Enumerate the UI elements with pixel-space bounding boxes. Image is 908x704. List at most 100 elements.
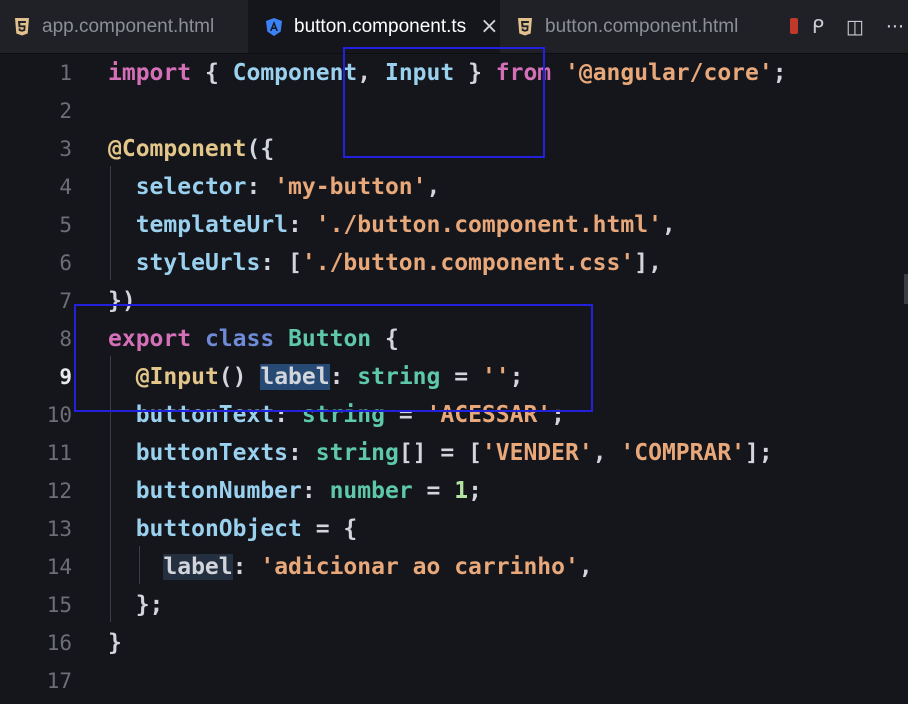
- code-token: :: [288, 440, 316, 466]
- code-token: }: [108, 630, 122, 656]
- code-token: number: [329, 478, 413, 504]
- code-token: label: [163, 554, 233, 580]
- highlight-box: [74, 304, 593, 412]
- line-number: 3: [59, 137, 72, 161]
- code-token: :: [232, 554, 261, 580]
- code-token: buttonNumber: [135, 478, 302, 504]
- code-token: Component: [232, 60, 358, 86]
- code-token: :: [246, 174, 275, 200]
- line-number: 12: [46, 479, 72, 503]
- line-number: 17: [46, 669, 72, 693]
- line-number: 5: [59, 213, 72, 237]
- code-text: buttonNumber: number = 1;: [108, 472, 482, 510]
- code-token: 'VENDER': [481, 440, 593, 466]
- code-token: buttonObject: [135, 516, 302, 542]
- code-token: =: [412, 478, 455, 504]
- tab-app-component-html[interactable]: app.component.html: [0, 0, 247, 53]
- code-token: ];: [745, 440, 773, 466]
- close-icon[interactable]: ×: [480, 14, 498, 39]
- code-token: ({: [246, 136, 275, 162]
- code-line[interactable]: 15 };: [0, 586, 908, 624]
- more-actions-icon[interactable]: ···: [886, 16, 904, 38]
- code-token: : [: [260, 250, 302, 276]
- split-editor-icon[interactable]: ◫: [846, 16, 864, 38]
- code-token: 'adicionar ao carrinho': [260, 554, 579, 580]
- code-token: 'COMPRAR': [620, 440, 746, 466]
- line-number: 6: [59, 251, 72, 275]
- code-token: :: [288, 212, 316, 238]
- code-line[interactable]: 17: [0, 662, 908, 700]
- line-number: 8: [59, 327, 72, 351]
- code-token: 1: [454, 478, 469, 504]
- angular-icon: [266, 17, 282, 36]
- line-number: 13: [46, 517, 72, 541]
- line-number: 9: [59, 365, 72, 389]
- tab-label: button.component.ts: [294, 15, 467, 37]
- run-icon[interactable]: ᑭ: [812, 16, 824, 38]
- code-token: ;: [772, 60, 787, 86]
- code-text: styleUrls: ['./button.component.css'],: [108, 244, 662, 282]
- line-number: 2: [59, 99, 72, 123]
- code-text: label: 'adicionar ao carrinho',: [108, 548, 593, 586]
- highlight-box: [343, 47, 545, 158]
- line-number: 7: [59, 289, 72, 313]
- line-number: 16: [46, 631, 72, 655]
- tab-button-component-html[interactable]: button.component.html: [501, 0, 787, 53]
- code-token: ],: [634, 250, 662, 276]
- code-token: ;: [468, 478, 482, 504]
- code-token: templateUrl: [135, 212, 289, 238]
- code-line[interactable]: 6 styleUrls: ['./button.component.css'],: [0, 244, 908, 282]
- line-number: 15: [46, 593, 72, 617]
- code-line[interactable]: 16}: [0, 624, 908, 662]
- code-text: templateUrl: './button.component.html',: [108, 206, 676, 244]
- code-text: buttonObject = {: [108, 510, 358, 548]
- line-number: 11: [46, 441, 72, 465]
- html5-icon: [15, 17, 29, 35]
- code-token: 'my-button': [274, 174, 427, 200]
- code-token: selector: [135, 174, 247, 200]
- code-text: buttonTexts: string[] = ['VENDER', 'COMP…: [108, 434, 773, 472]
- code-token: };: [108, 592, 164, 618]
- code-text: }: [108, 624, 122, 662]
- code-token: './button.component.css': [301, 250, 635, 276]
- code-text: selector: 'my-button',: [108, 168, 441, 206]
- code-token: '@angular/core': [565, 60, 773, 86]
- line-number: 10: [46, 403, 72, 427]
- tab-button-component-ts[interactable]: button.component.ts ×: [248, 0, 500, 53]
- code-token: @Component: [108, 136, 247, 162]
- code-text: @Component({: [108, 130, 274, 168]
- tab-label: button.component.html: [545, 15, 739, 37]
- line-number: 4: [59, 175, 72, 199]
- code-text: };: [108, 586, 164, 624]
- code-token: :: [301, 478, 330, 504]
- code-token: ,: [426, 174, 441, 200]
- code-line[interactable]: 4 selector: 'my-button',: [0, 168, 908, 206]
- code-line[interactable]: 11 buttonTexts: string[] = ['VENDER', 'C…: [0, 434, 908, 472]
- line-number: 1: [59, 61, 72, 85]
- code-token: string: [315, 440, 399, 466]
- editor-actions: ᑭ ◫ ···: [790, 0, 908, 53]
- code-token: ,: [592, 440, 621, 466]
- code-line[interactable]: 5 templateUrl: './button.component.html'…: [0, 206, 908, 244]
- code-token: [] = [: [398, 440, 482, 466]
- code-token: import: [108, 60, 192, 86]
- code-line[interactable]: 13 buttonObject = {: [0, 510, 908, 548]
- tab-bar: app.component.html button.component.ts ×…: [0, 0, 908, 54]
- code-line[interactable]: 12 buttonNumber: number = 1;: [0, 472, 908, 510]
- code-token: ,: [578, 554, 593, 580]
- code-token: = {: [301, 516, 358, 542]
- code-line[interactable]: 14 label: 'adicionar ao carrinho',: [0, 548, 908, 586]
- code-token: {: [191, 60, 233, 86]
- html5-icon: [518, 17, 532, 35]
- code-token: styleUrls: [135, 250, 261, 276]
- code-token: './button.component.html': [315, 212, 662, 238]
- tab-label: app.component.html: [42, 15, 215, 37]
